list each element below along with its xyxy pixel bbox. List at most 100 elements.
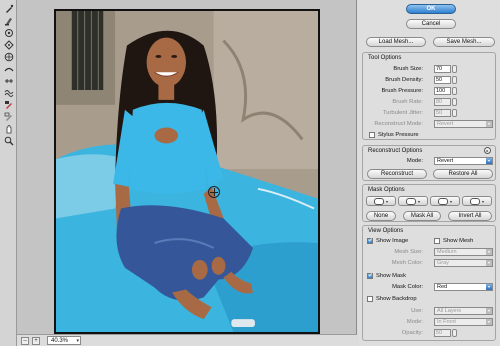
- mesh-size-select[interactable]: Medium ▾: [434, 248, 493, 256]
- mask-add-icon: [405, 197, 416, 205]
- mask-intersect-button[interactable]: ▾: [462, 196, 492, 206]
- pucker-icon[interactable]: [3, 40, 14, 50]
- show-mask-label: Show Mask: [376, 273, 406, 279]
- zoom-icon[interactable]: [3, 136, 14, 146]
- backdrop-opacity-input[interactable]: 50: [434, 329, 451, 337]
- preview-image[interactable]: [54, 9, 320, 334]
- show-backdrop-checkbox[interactable]: [367, 296, 373, 302]
- zoom-level-value: 40.3%: [51, 337, 69, 344]
- chevron-down-icon: ▾: [486, 260, 492, 266]
- invert-all-button[interactable]: Invert All: [448, 211, 492, 221]
- zoom-in-button[interactable]: +: [32, 336, 40, 345]
- mask-replace-icon: [373, 197, 384, 205]
- reconstruct-icon[interactable]: [3, 16, 14, 26]
- mask-subtract-button[interactable]: ▾: [430, 196, 460, 206]
- mask-color-row: Mask Color: Red ▾: [363, 283, 495, 292]
- brush-density-label: Brush Density:: [385, 77, 423, 83]
- show-mask-checkbox[interactable]: ✓: [367, 273, 373, 279]
- brush-pressure-stepper[interactable]: [452, 87, 457, 95]
- mesh-color-label: Mesh Color:: [391, 260, 423, 266]
- chevron-down-icon: ▾: [486, 158, 492, 164]
- backdrop-opacity-label: Opacity:: [401, 330, 423, 336]
- restore-all-button[interactable]: Restore All: [433, 169, 493, 179]
- mesh-color-value: Gray: [437, 260, 449, 266]
- brush-cursor-icon: [208, 186, 220, 198]
- liquify-toolbar: [0, 0, 17, 346]
- brush-pressure-row: Brush Pressure: 100: [363, 87, 495, 96]
- backdrop-mode-row: Mode: In Front ▾: [363, 318, 495, 327]
- turbulence-icon[interactable]: [3, 88, 14, 98]
- show-image-checkbox[interactable]: ✓: [367, 238, 373, 244]
- backdrop-use-value: All Layers: [437, 308, 462, 314]
- reconstruct-button[interactable]: Reconstruct: [367, 169, 427, 179]
- push-left-icon[interactable]: [3, 64, 14, 74]
- turbulent-jitter-input[interactable]: 50: [434, 109, 451, 117]
- show-mesh-label: Show Mesh: [443, 238, 474, 244]
- backdrop-mode-label: Mode:: [406, 319, 423, 325]
- mask-none-button[interactable]: None: [366, 211, 396, 221]
- brush-density-stepper[interactable]: [452, 76, 457, 84]
- reconstruct-mode-row: Mode: Revert ▾: [363, 157, 495, 166]
- mask-options-title: Mask Options: [368, 187, 405, 193]
- cancel-button[interactable]: Cancel: [406, 19, 456, 29]
- stylus-pressure-label: Stylus Pressure: [378, 132, 419, 138]
- mask-subtract-icon: [437, 197, 448, 205]
- reconstruct-mode-label: Reconstruct Mode:: [374, 121, 423, 127]
- brush-density-input[interactable]: 50: [434, 76, 451, 84]
- mask-color-label: Mask Color:: [392, 284, 423, 290]
- save-mesh-button[interactable]: Save Mesh...: [433, 37, 495, 47]
- chevron-down-icon: ▾: [449, 198, 452, 204]
- load-mesh-button[interactable]: Load Mesh...: [366, 37, 426, 47]
- mask-intersect-icon: [469, 197, 480, 205]
- brush-rate-input[interactable]: 80: [434, 98, 451, 106]
- backdrop-opacity-row: Opacity: 50: [363, 329, 495, 338]
- show-mesh-checkbox[interactable]: [434, 238, 440, 244]
- chevron-down-icon: ▾: [481, 198, 484, 204]
- reconstruct-mode-select[interactable]: Revert ▾: [434, 157, 493, 165]
- show-backdrop-label: Show Backdrop: [376, 296, 417, 302]
- thaw-mask-icon[interactable]: [3, 112, 14, 122]
- chevron-down-icon: ▾: [486, 319, 492, 325]
- zoom-level-field[interactable]: 40.3% ▾: [47, 336, 81, 345]
- turbulent-jitter-label: Turbulent Jitter:: [382, 110, 423, 116]
- mesh-color-select[interactable]: Gray ▾: [434, 259, 493, 267]
- mirror-icon[interactable]: [3, 76, 14, 86]
- zoom-out-button[interactable]: –: [21, 336, 29, 345]
- brush-size-stepper[interactable]: [452, 65, 457, 73]
- view-options-title: View Options: [368, 228, 404, 234]
- hand-icon[interactable]: [3, 124, 14, 134]
- brush-size-row: Brush Size: 70: [363, 65, 495, 74]
- turbulent-jitter-stepper[interactable]: [452, 109, 457, 117]
- brush-rate-stepper[interactable]: [452, 98, 457, 106]
- brush-density-row: Brush Density: 50: [363, 76, 495, 85]
- status-bar: – + 40.3% ▾: [17, 334, 357, 346]
- reconstruct-options-group: Reconstruct Options ▸ Mode: Revert ▾ Rec…: [362, 145, 496, 181]
- freeze-mask-icon[interactable]: [3, 100, 14, 110]
- bloat-icon[interactable]: [3, 52, 14, 62]
- mask-add-button[interactable]: ▾: [398, 196, 428, 206]
- brush-rate-row: Brush Rate: 80: [363, 98, 495, 107]
- mesh-size-value: Medium: [437, 249, 457, 255]
- info-icon[interactable]: ▸: [484, 147, 491, 154]
- reconstruct-mode-value: Revert: [437, 121, 454, 127]
- backdrop-use-select[interactable]: All Layers ▾: [434, 307, 493, 315]
- preview-canvas[interactable]: [17, 0, 357, 334]
- mesh-size-row: Mesh Size: Medium ▾: [363, 248, 495, 257]
- backdrop-mode-select[interactable]: In Front ▾: [434, 318, 493, 326]
- backdrop-use-row: Use: All Layers ▾: [363, 307, 495, 316]
- brush-size-input[interactable]: 70: [434, 65, 451, 73]
- brush-pressure-input[interactable]: 100: [434, 87, 451, 95]
- chevron-down-icon: ▾: [385, 198, 388, 204]
- twirl-clockwise-icon[interactable]: [3, 28, 14, 38]
- mask-color-value: Red: [437, 284, 448, 290]
- forward-warp-icon[interactable]: [3, 4, 14, 14]
- tool-options-title: Tool Options: [368, 55, 402, 61]
- backdrop-opacity-stepper[interactable]: [452, 329, 457, 337]
- reconstruct-mode-select[interactable]: Revert ▾: [434, 120, 493, 128]
- mask-all-button[interactable]: Mask All: [403, 211, 441, 221]
- ok-button[interactable]: OK: [406, 4, 456, 14]
- stylus-pressure-checkbox[interactable]: [369, 132, 375, 138]
- mask-replace-button[interactable]: ▾: [366, 196, 396, 206]
- mask-options-group: Mask Options ▾ ▾ ▾ ▾ None Mask All Inver…: [362, 184, 496, 222]
- mask-color-select[interactable]: Red ▾: [434, 283, 493, 291]
